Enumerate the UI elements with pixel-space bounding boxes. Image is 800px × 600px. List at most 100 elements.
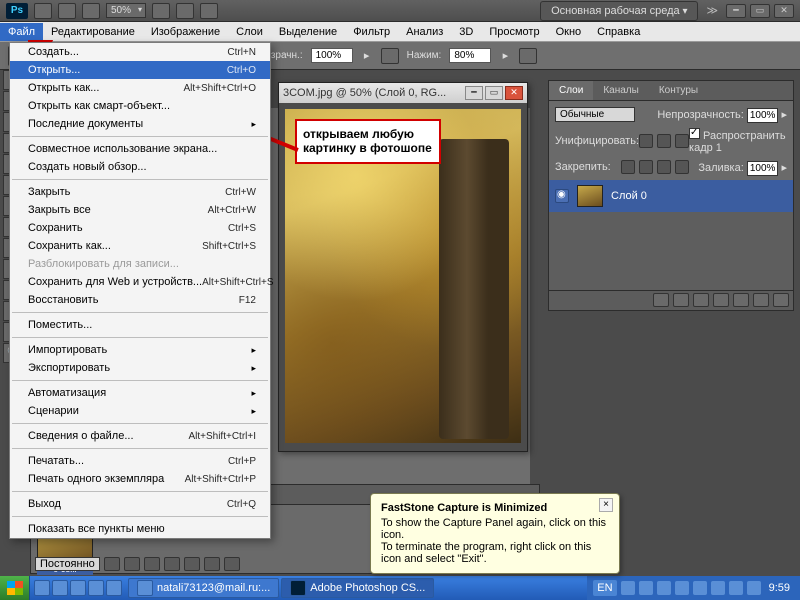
file-menu-item[interactable]: ВосстановитьF12 <box>10 291 270 309</box>
panel-tab[interactable]: Контуры <box>649 81 708 100</box>
doc-close-button[interactable]: ✕ <box>505 86 523 100</box>
unify-style-icon[interactable] <box>675 134 689 148</box>
quicklaunch-icon[interactable] <box>52 580 68 596</box>
layer-opacity-field[interactable]: 100% <box>747 108 779 123</box>
propagate-checkbox[interactable] <box>689 128 700 139</box>
next-frame-button[interactable] <box>164 557 180 571</box>
file-menu-item[interactable]: Автоматизация <box>10 384 270 402</box>
close-button[interactable]: ✕ <box>774 4 794 18</box>
lock-pixels-icon[interactable] <box>639 160 653 174</box>
menu-выделение[interactable]: Выделение <box>271 23 345 41</box>
lock-all-icon[interactable] <box>675 160 689 174</box>
airbrush-icon[interactable] <box>381 48 399 64</box>
file-menu-item[interactable]: Сохранить как...Shift+Ctrl+S <box>10 237 270 255</box>
screenmode-icon[interactable] <box>200 3 218 19</box>
file-menu-item[interactable]: СохранитьCtrl+S <box>10 219 270 237</box>
link-icon[interactable] <box>653 293 669 307</box>
menu-3d[interactable]: 3D <box>451 23 481 41</box>
panel-tab[interactable]: Слои <box>549 81 593 100</box>
clock[interactable]: 9:59 <box>765 582 794 594</box>
language-indicator[interactable]: EN <box>593 580 616 596</box>
doc-minimize-button[interactable]: ━ <box>465 86 483 100</box>
menu-слои[interactable]: Слои <box>228 23 271 41</box>
file-menu-item[interactable]: Открыть как смарт-объект... <box>10 97 270 115</box>
tray-icon[interactable] <box>693 581 707 595</box>
file-menu-item[interactable]: Открыть...Ctrl+O <box>10 61 270 79</box>
menu-анализ[interactable]: Анализ <box>398 23 451 41</box>
tablet-icon[interactable] <box>519 48 537 64</box>
tray-icon[interactable] <box>729 581 743 595</box>
quicklaunch-icon[interactable] <box>88 580 104 596</box>
new-layer-icon[interactable] <box>753 293 769 307</box>
tween-button[interactable] <box>184 557 200 571</box>
tray-icon[interactable] <box>657 581 671 595</box>
document-canvas[interactable]: открываем любую картинку в фотошопе <box>285 109 521 443</box>
fx-icon[interactable] <box>673 293 689 307</box>
bridge-icon[interactable] <box>34 3 52 19</box>
loop-select[interactable]: Постоянно <box>35 557 100 571</box>
minibridge-icon[interactable] <box>58 3 76 19</box>
quicklaunch-icon[interactable] <box>106 580 122 596</box>
menu-редактирование[interactable]: Редактирование <box>43 23 143 41</box>
viewextras-icon[interactable] <box>82 3 100 19</box>
tooltip-close-button[interactable]: × <box>599 498 613 512</box>
file-menu-item[interactable]: ВыходCtrl+Q <box>10 495 270 513</box>
panel-tab[interactable]: Каналы <box>593 81 649 100</box>
file-menu-item[interactable]: Создать...Ctrl+N <box>10 43 270 61</box>
file-menu-item[interactable]: Открыть как...Alt+Shift+Ctrl+O <box>10 79 270 97</box>
group-icon[interactable] <box>733 293 749 307</box>
arrange-icon[interactable] <box>176 3 194 19</box>
lock-pos-icon[interactable] <box>657 160 671 174</box>
file-menu-item[interactable]: Показать все пункты меню <box>10 520 270 538</box>
file-menu-item[interactable]: Сценарии <box>10 402 270 420</box>
zoom-select[interactable]: 50% <box>106 3 146 18</box>
workspace-switcher[interactable]: Основная рабочая среда ▾ <box>540 1 698 21</box>
unify-pos-icon[interactable] <box>639 134 653 148</box>
file-menu-item[interactable]: Совместное использование экрана... <box>10 140 270 158</box>
first-frame-button[interactable] <box>104 557 120 571</box>
start-button[interactable] <box>0 576 30 600</box>
fill-field[interactable]: 100% <box>747 161 779 176</box>
file-menu-item[interactable]: Поместить... <box>10 316 270 334</box>
file-menu-item[interactable]: Импортировать <box>10 341 270 359</box>
unify-vis-icon[interactable] <box>657 134 671 148</box>
tray-icon[interactable] <box>621 581 635 595</box>
trash-icon[interactable] <box>773 293 789 307</box>
tray-icon[interactable] <box>747 581 761 595</box>
lock-trans-icon[interactable] <box>621 160 635 174</box>
taskbar-item[interactable]: natali73123@mail.ru:... <box>128 578 279 598</box>
menu-фильтр[interactable]: Фильтр <box>345 23 398 41</box>
file-menu-item[interactable]: Сохранить для Web и устройств...Alt+Shif… <box>10 273 270 291</box>
menu-справка[interactable]: Справка <box>589 23 648 41</box>
taskbar-item[interactable]: Adobe Photoshop CS... <box>281 578 434 598</box>
menu-изображение[interactable]: Изображение <box>143 23 228 41</box>
menu-просмотр[interactable]: Просмотр <box>481 23 547 41</box>
visibility-icon[interactable] <box>555 189 569 203</box>
file-menu-item[interactable]: Последние документы <box>10 115 270 133</box>
file-menu-item[interactable]: ЗакрытьCtrl+W <box>10 183 270 201</box>
tray-icon[interactable] <box>639 581 653 595</box>
tray-icon[interactable] <box>711 581 725 595</box>
menu-окно[interactable]: Окно <box>548 23 590 41</box>
file-menu-item[interactable]: Печать одного экземпляраAlt+Shift+Ctrl+P <box>10 470 270 488</box>
prev-frame-button[interactable] <box>124 557 140 571</box>
delete-frame-button[interactable] <box>224 557 240 571</box>
flow-field[interactable]: 80% <box>449 48 491 63</box>
restore-button[interactable]: ▭ <box>750 4 770 18</box>
layer-row[interactable]: Слой 0 <box>549 180 793 212</box>
menu-файл[interactable]: Файл <box>0 23 43 41</box>
adjustment-icon[interactable] <box>713 293 729 307</box>
quicklaunch-icon[interactable] <box>34 580 50 596</box>
blend-mode-select[interactable]: Обычные <box>555 107 635 122</box>
play-button[interactable] <box>144 557 160 571</box>
file-menu-item[interactable]: Сведения о файле...Alt+Shift+Ctrl+I <box>10 427 270 445</box>
new-frame-button[interactable] <box>204 557 220 571</box>
file-menu-item[interactable]: Закрыть всеAlt+Ctrl+W <box>10 201 270 219</box>
doc-maximize-button[interactable]: ▭ <box>485 86 503 100</box>
quicklaunch-icon[interactable] <box>70 580 86 596</box>
file-menu-item[interactable]: Экспортировать <box>10 359 270 377</box>
chevron-icon[interactable]: ≫ <box>706 4 718 17</box>
opacity-field[interactable]: 100% <box>311 48 353 63</box>
mask-icon[interactable] <box>693 293 709 307</box>
minimize-button[interactable]: ━ <box>726 4 746 18</box>
